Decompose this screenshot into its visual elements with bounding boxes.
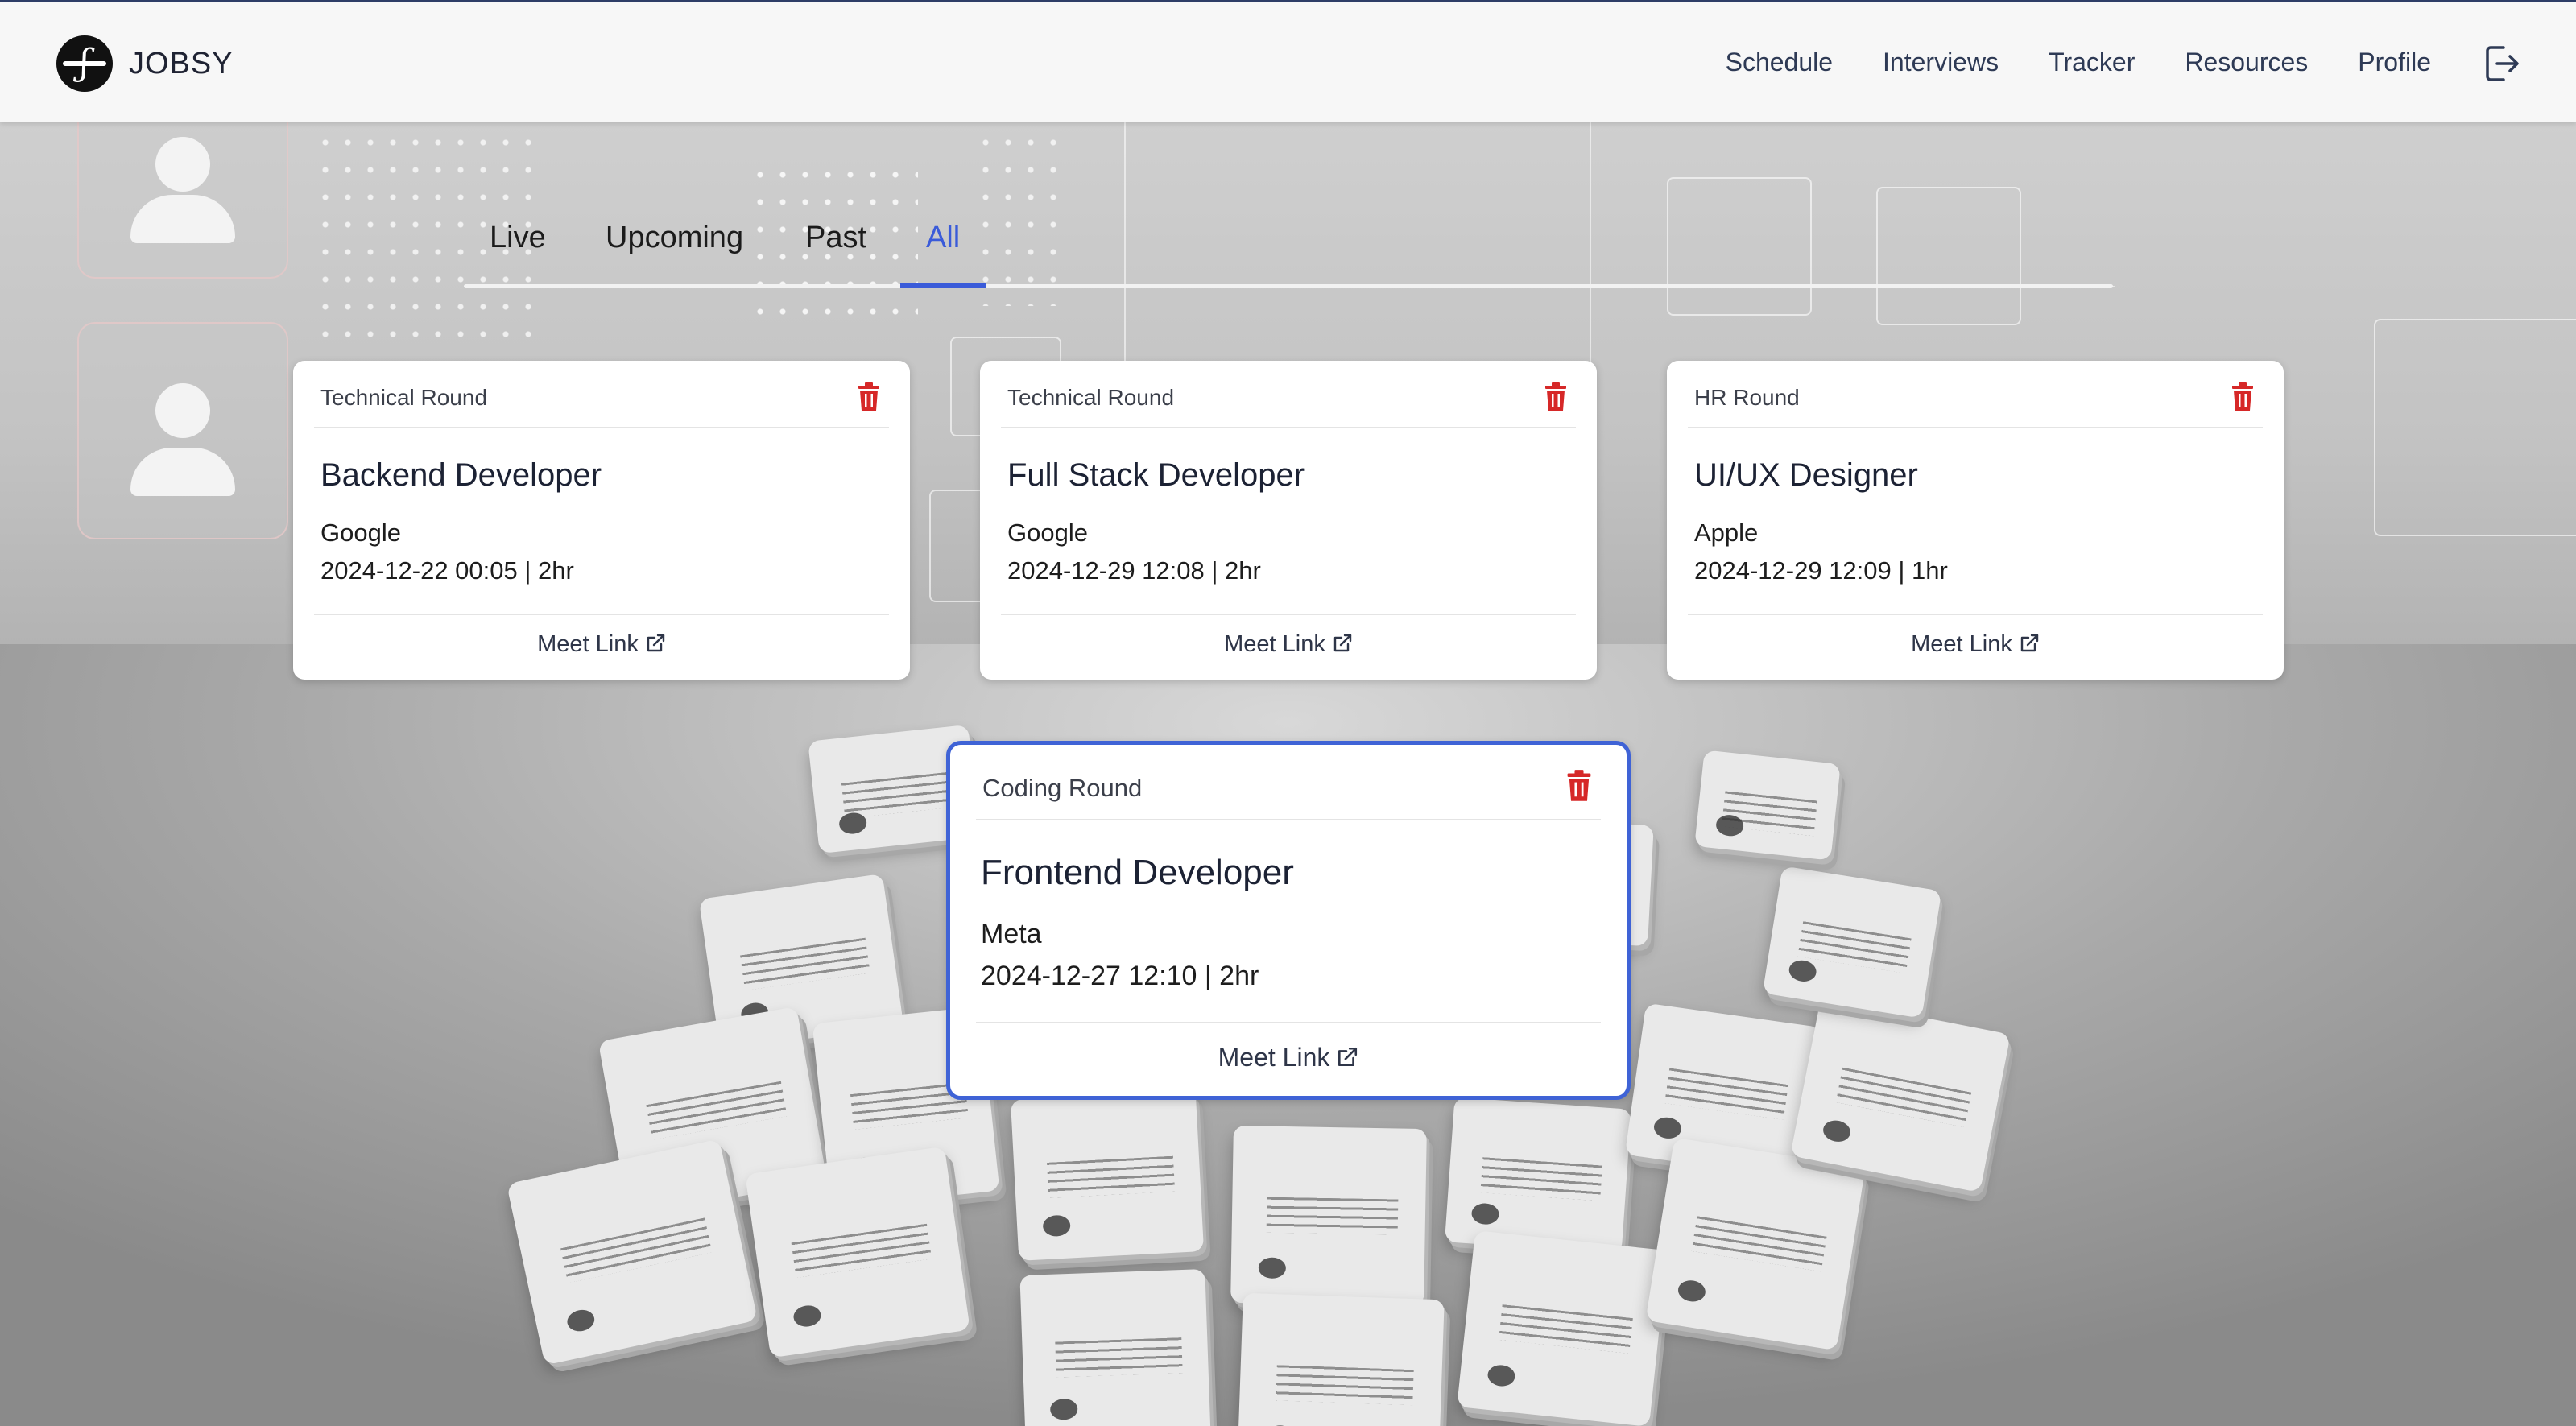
interview-role: Backend Developer [320, 457, 602, 493]
meet-link-label[interactable]: Meet Link [1224, 631, 1325, 657]
card-footer: Meet Link [314, 614, 889, 680]
meet-link-label[interactable]: Meet Link [1218, 1043, 1330, 1072]
top-navbar: ʃ JOBSY Schedule Interviews Tracker Reso… [0, 0, 2576, 122]
background-paper [1645, 1137, 1866, 1351]
tab-active-indicator [900, 283, 986, 288]
card-header: Technical Round [1001, 361, 1576, 428]
delete-trash-icon[interactable] [1544, 382, 1568, 412]
interview-round: Technical Round [1007, 385, 1175, 410]
tab-past[interactable]: Past [805, 221, 866, 255]
person-icon [155, 383, 210, 439]
interview-role: Frontend Developer [981, 853, 1294, 892]
interview-datetime: 2024-12-27 12:10 | 2hr [981, 961, 1259, 991]
meet-link[interactable]: Meet Link [1688, 631, 2263, 658]
interview-filter-tabs: Live Upcoming Past All [464, 217, 2113, 288]
external-link-icon[interactable] [645, 633, 666, 654]
background-frame [2374, 319, 2576, 536]
background-paper [745, 1146, 970, 1358]
meet-link-label[interactable]: Meet Link [537, 631, 639, 657]
nav-link-resources[interactable]: Resources [2185, 48, 2308, 77]
background-paper [1237, 1292, 1445, 1426]
background-paper [1010, 1090, 1205, 1261]
interview-company: Google [320, 519, 401, 547]
nav-links: Schedule Interviews Tracker Resources Pr… [1726, 48, 2431, 77]
delete-trash-icon[interactable] [857, 382, 881, 412]
meet-link[interactable]: Meet Link [314, 631, 889, 658]
interview-card-highlighted: Coding Round Frontend Developer Meta 202… [946, 741, 1631, 1100]
brand[interactable]: ʃ JOBSY [56, 35, 234, 92]
background-paper [1019, 1269, 1211, 1426]
meet-link[interactable]: Meet Link [1001, 631, 1576, 658]
tabs-underline [464, 284, 2113, 288]
tab-upcoming[interactable]: Upcoming [606, 221, 743, 255]
interview-company: Apple [1694, 519, 1759, 547]
brand-logo-icon[interactable]: ʃ [56, 35, 113, 92]
interview-company: Meta [981, 919, 1042, 949]
nav-link-interviews[interactable]: Interviews [1883, 48, 1999, 77]
background-paper [1694, 750, 1841, 861]
interview-role: Full Stack Developer [1007, 457, 1305, 493]
brand-name[interactable]: JOBSY [129, 47, 234, 81]
tab-all[interactable]: All [926, 221, 960, 255]
card-footer: Meet Link [1688, 614, 2263, 680]
interview-round: Technical Round [320, 385, 488, 410]
background-avatar-frame [77, 322, 288, 539]
interview-company: Google [1007, 519, 1088, 547]
external-link-icon[interactable] [2019, 633, 2040, 654]
card-header: Coding Round [976, 745, 1601, 820]
interview-datetime: 2024-12-29 12:08 | 2hr [1007, 556, 1261, 585]
background-paper [1762, 866, 1942, 1019]
meet-link[interactable]: Meet Link [976, 1043, 1601, 1073]
background-scene [0, 0, 2576, 1426]
card-footer: Meet Link [1001, 614, 1576, 680]
interview-card: Technical Round Backend Developer Google… [293, 361, 910, 680]
meet-link-label[interactable]: Meet Link [1911, 631, 2012, 657]
delete-trash-icon[interactable] [2231, 382, 2255, 412]
nav-link-profile[interactable]: Profile [2358, 48, 2431, 77]
external-link-icon[interactable] [1332, 633, 1353, 654]
nav-link-tracker[interactable]: Tracker [2049, 48, 2135, 77]
interview-datetime: 2024-12-29 12:09 | 1hr [1694, 556, 1948, 585]
background-paper [1230, 1125, 1427, 1307]
person-icon [155, 136, 210, 192]
interview-round: Coding Round [982, 774, 1143, 802]
background-paper [1444, 1097, 1632, 1254]
card-header: Technical Round [314, 361, 889, 428]
interview-round: HR Round [1694, 385, 1800, 410]
interview-datetime: 2024-12-22 00:05 | 2hr [320, 556, 574, 585]
tab-live[interactable]: Live [490, 221, 546, 255]
interview-role: UI/UX Designer [1694, 457, 1918, 493]
card-footer: Meet Link [976, 1022, 1601, 1096]
interview-card: Technical Round Full Stack Developer Goo… [980, 361, 1597, 680]
card-header: HR Round [1688, 361, 2263, 428]
delete-trash-icon[interactable] [1565, 769, 1593, 803]
logout-icon[interactable] [2484, 44, 2520, 83]
interview-card: HR Round UI/UX Designer Apple 2024-12-29… [1667, 361, 2284, 680]
nav-link-schedule[interactable]: Schedule [1726, 48, 1833, 77]
external-link-icon[interactable] [1336, 1046, 1358, 1068]
background-paper [1457, 1230, 1668, 1426]
